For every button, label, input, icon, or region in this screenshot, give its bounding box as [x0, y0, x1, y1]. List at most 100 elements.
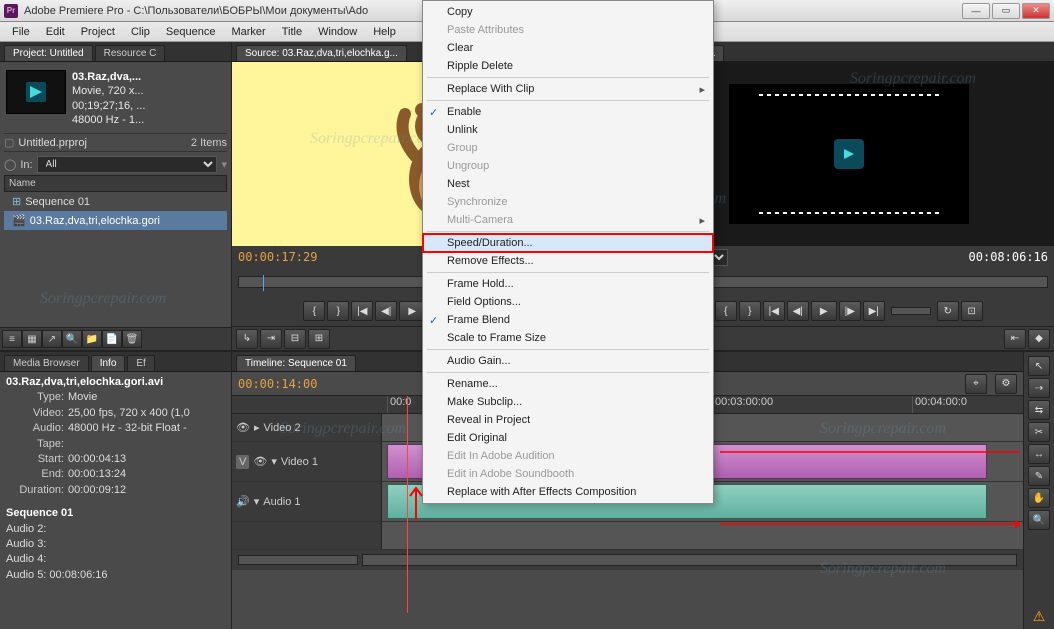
menu-item-field-options[interactable]: Field Options... [423, 293, 713, 311]
loop-button[interactable]: ↻ [937, 301, 959, 321]
menu-separator [427, 77, 709, 78]
tab-timeline[interactable]: Timeline: Sequence 01 [236, 355, 356, 371]
menu-help[interactable]: Help [365, 24, 404, 40]
menu-item-ripple-delete[interactable]: Ripple Delete [423, 57, 713, 75]
new-bin-button[interactable]: 📁 [82, 330, 102, 348]
speaker-icon[interactable]: 🔊 [236, 495, 250, 508]
menu-file[interactable]: File [4, 24, 38, 40]
name-column-header[interactable]: Name [4, 175, 227, 192]
project-filename: Untitled.prproj [18, 137, 187, 149]
menu-item-frame-hold[interactable]: Frame Hold... [423, 275, 713, 293]
menu-item-reveal-in-project[interactable]: Reveal in Project [423, 411, 713, 429]
menu-item-unlink[interactable]: Unlink [423, 121, 713, 139]
in-filter-select[interactable]: All [37, 156, 218, 173]
menu-item-frame-blend[interactable]: Frame Blend✓ [423, 311, 713, 329]
set-out-button[interactable]: } [327, 301, 349, 321]
menu-edit[interactable]: Edit [38, 24, 73, 40]
hand-tool[interactable]: ✋ [1028, 488, 1050, 508]
find-button[interactable]: 🔍 [62, 330, 82, 348]
tab-source[interactable]: Source: 03.Raz,dva,tri,elochka.g... [236, 45, 407, 61]
eye-icon[interactable]: 👁 [236, 421, 250, 434]
timeline-scrollbar[interactable] [362, 554, 1017, 566]
marker-button[interactable]: ◆ [1028, 329, 1050, 349]
goto-out-button[interactable]: ▶| [863, 301, 885, 321]
snap-button[interactable]: ⌖ [965, 374, 987, 394]
tab-media-browser[interactable]: Media Browser [4, 355, 89, 371]
close-button[interactable]: ✕ [1022, 3, 1050, 19]
tab-resource[interactable]: Resource C [95, 45, 166, 61]
step-fwd-button[interactable]: |▶ [839, 301, 861, 321]
track-select-tool[interactable]: ⇢ [1028, 378, 1050, 398]
maximize-button[interactable]: ▭ [992, 3, 1020, 19]
new-item-button[interactable]: 📄 [102, 330, 122, 348]
slip-tool[interactable]: ↔ [1028, 444, 1050, 464]
tab-effects[interactable]: Ef [127, 355, 154, 371]
set-in-button[interactable]: { [715, 301, 737, 321]
minimize-button[interactable]: — [962, 3, 990, 19]
selection-tool[interactable]: ↖ [1028, 356, 1050, 376]
menu-item-speed-duration[interactable]: Speed/Duration... [423, 234, 713, 252]
menu-project[interactable]: Project [73, 24, 123, 40]
menu-item-rename[interactable]: Rename... [423, 375, 713, 393]
menu-item-edit-in-adobe-soundbooth: Edit in Adobe Soundbooth [423, 465, 713, 483]
goto-in-button[interactable]: |◀ [763, 301, 785, 321]
delete-button[interactable]: 🗑 [122, 330, 142, 348]
step-back-button[interactable]: ◀| [787, 301, 809, 321]
tab-info[interactable]: Info [91, 355, 126, 371]
pen-tool[interactable]: ✎ [1028, 466, 1050, 486]
window-controls: — ▭ ✕ [962, 3, 1050, 19]
asset-row-movie[interactable]: 🎬 03.Raz,dva,tri,elochka.gori [4, 211, 227, 230]
menu-item-replace-with-after-effects-composition[interactable]: Replace with After Effects Composition [423, 483, 713, 501]
tab-project[interactable]: Project: Untitled [4, 45, 93, 61]
clip-context-menu: CopyPaste AttributesClearRipple DeleteRe… [422, 0, 714, 504]
eye-icon[interactable]: 👁 [253, 455, 267, 468]
menu-item-clear[interactable]: Clear [423, 39, 713, 57]
submenu-arrow-icon: ▸ [699, 214, 705, 227]
ripple-tool[interactable]: ⇆ [1028, 400, 1050, 420]
asset-row-sequence[interactable]: ⊞ Sequence 01 [4, 192, 227, 211]
step-back-button[interactable]: ◀| [375, 301, 397, 321]
menu-title[interactable]: Title [274, 24, 310, 40]
premiere-logo-icon [24, 80, 48, 104]
zoom-slider[interactable] [238, 555, 358, 565]
zoom-tool[interactable]: 🔍 [1028, 510, 1050, 530]
menu-sequence[interactable]: Sequence [158, 24, 224, 40]
list-view-button[interactable]: ≡ [2, 330, 22, 348]
menu-item-make-subclip[interactable]: Make Subclip... [423, 393, 713, 411]
in-label: In: [20, 159, 32, 171]
insert-button[interactable]: ↳ [236, 329, 258, 349]
movie-icon: 🎬 [12, 214, 26, 227]
trim-button[interactable]: ⇤ [1004, 329, 1026, 349]
goto-in-button[interactable]: |◀ [351, 301, 373, 321]
clip-thumbnail[interactable] [6, 70, 66, 114]
menu-item-ungroup: Ungroup [423, 157, 713, 175]
icon-view-button[interactable]: ▦ [22, 330, 42, 348]
set-in-button[interactable]: { [303, 301, 325, 321]
app-icon: Pr [4, 4, 18, 18]
overwrite-button[interactable]: ⇥ [260, 329, 282, 349]
menu-item-replace-with-clip[interactable]: Replace With Clip▸ [423, 80, 713, 98]
project-toolbar: ≡ ▦ ↗ 🔍 📁 📄 🗑 [0, 327, 231, 350]
menu-item-scale-to-frame-size[interactable]: Scale to Frame Size [423, 329, 713, 347]
razor-tool[interactable]: ✂ [1028, 422, 1050, 442]
toggle-icon-2[interactable]: ⊞ [308, 329, 330, 349]
program-tc-duration: 00:08:06:16 [969, 250, 1048, 264]
menu-separator [427, 372, 709, 373]
toggle-icon-1[interactable]: ⊟ [284, 329, 306, 349]
menu-item-synchronize: Synchronize [423, 193, 713, 211]
shuttle-slider[interactable] [891, 307, 931, 315]
safe-margins-button[interactable]: ⊡ [961, 301, 983, 321]
menu-item-nest[interactable]: Nest [423, 175, 713, 193]
menu-window[interactable]: Window [310, 24, 365, 40]
automate-button[interactable]: ↗ [42, 330, 62, 348]
menu-item-enable[interactable]: Enable✓ [423, 103, 713, 121]
menu-item-remove-effects[interactable]: Remove Effects... [423, 252, 713, 270]
menu-item-audio-gain[interactable]: Audio Gain... [423, 352, 713, 370]
menu-marker[interactable]: Marker [223, 24, 273, 40]
set-out-button[interactable]: } [739, 301, 761, 321]
menu-item-copy[interactable]: Copy [423, 3, 713, 21]
menu-clip[interactable]: Clip [123, 24, 158, 40]
menu-item-edit-original[interactable]: Edit Original [423, 429, 713, 447]
settings-button[interactable]: ⚙ [995, 374, 1017, 394]
play-button[interactable]: ▶ [811, 301, 837, 321]
